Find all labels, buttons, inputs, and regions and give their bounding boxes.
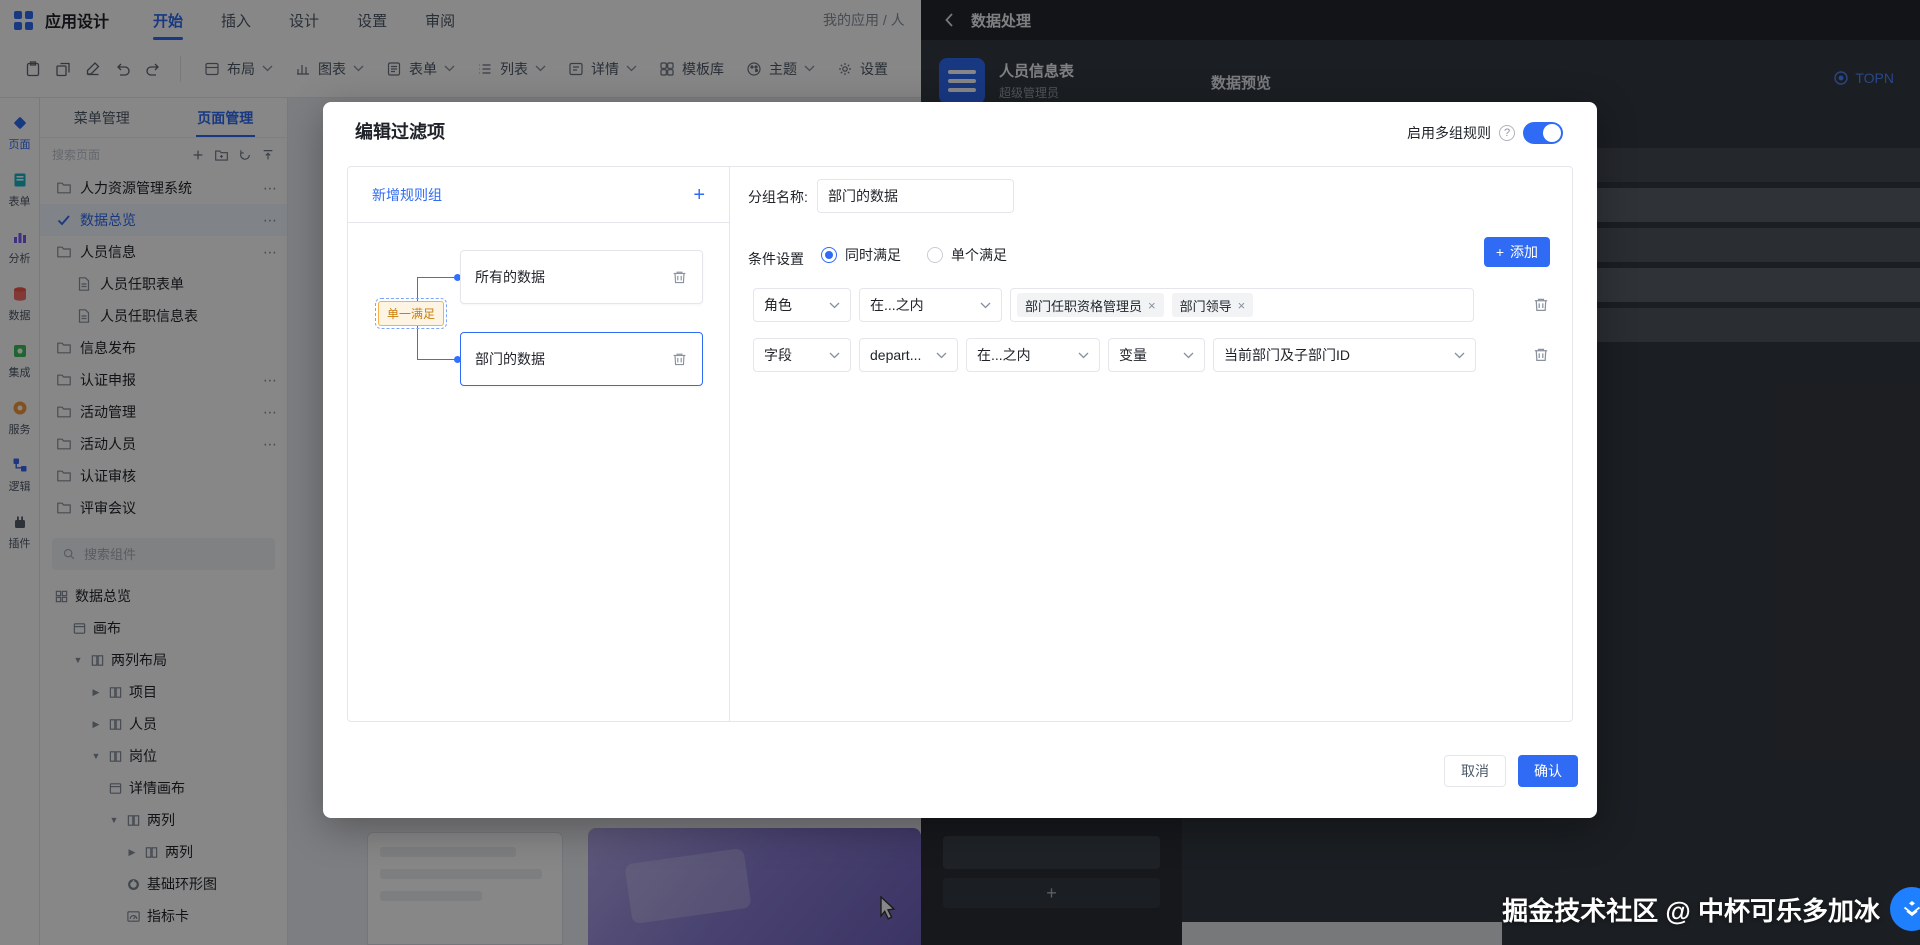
rule-node-label: 部门的数据 xyxy=(475,351,545,367)
delete-node-icon[interactable] xyxy=(671,351,688,368)
condition-row: 角色 在...之内 部门任职资格管理员 × 部门领导 × xyxy=(753,288,1550,322)
select-value: 在...之内 xyxy=(977,347,1031,363)
delete-condition-icon[interactable] xyxy=(1532,346,1550,364)
rule-node-label: 所有的数据 xyxy=(475,269,545,285)
select-value: depart... xyxy=(870,347,922,363)
remove-tag-icon[interactable]: × xyxy=(1238,298,1246,313)
help-icon[interactable]: ? xyxy=(1499,125,1515,141)
operator-select[interactable]: 在...之内 xyxy=(859,288,1002,322)
delete-node-icon[interactable] xyxy=(671,269,688,286)
add-rule-group-button[interactable]: 新增规则组 xyxy=(372,185,442,205)
rule-node-department-data[interactable]: 部门的数据 xyxy=(460,332,703,386)
rule-node-all-data[interactable]: 所有的数据 xyxy=(460,250,703,304)
operator-select[interactable]: 在...之内 xyxy=(966,338,1100,372)
condition-mode-radios: 同时满足 单个满足 xyxy=(821,245,1007,265)
chevron-down-icon xyxy=(1454,352,1465,358)
chevron-down-icon xyxy=(829,302,840,308)
tag-label: 部门领导 xyxy=(1179,298,1232,314)
chevron-down-icon xyxy=(829,352,840,358)
radio-dot xyxy=(821,247,837,263)
delete-condition-icon[interactable] xyxy=(1532,296,1550,314)
value-multiselect[interactable]: 部门任职资格管理员 × 部门领导 × xyxy=(1010,288,1474,322)
watermark: 掘金技术社区 @ 中杯可乐多加冰 xyxy=(1502,887,1920,931)
cancel-button[interactable]: 取消 xyxy=(1444,755,1506,787)
juejin-logo-icon xyxy=(1890,887,1920,931)
select-value: 在...之内 xyxy=(870,297,924,313)
remove-tag-icon[interactable]: × xyxy=(1148,298,1156,313)
select-value: 当前部门及子部门ID xyxy=(1224,347,1350,363)
dialog-title: 编辑过滤项 xyxy=(355,122,445,142)
edit-filter-dialog: 编辑过滤项 启用多组规则 ? 新增规则组 + 单一满足 所有的数据 部门的数据 … xyxy=(323,102,1597,818)
value-type-select[interactable]: 变量 xyxy=(1108,338,1205,372)
radio-label: 单个满足 xyxy=(951,247,1007,263)
add-condition-label: 添加 xyxy=(1510,244,1538,260)
group-name-input[interactable] xyxy=(817,179,1014,213)
dialog-body: 新增规则组 + 单一满足 所有的数据 部门的数据 分组名称: 部门的数据 条件设… xyxy=(347,166,1573,722)
value-tag: 部门任职资格管理员 × xyxy=(1017,293,1164,317)
condition-label: 条件设置 xyxy=(748,251,804,267)
watermark-text: 掘金技术社区 @ 中杯可乐多加冰 xyxy=(1502,895,1880,926)
chevron-down-icon xyxy=(1078,352,1089,358)
variable-select[interactable]: 当前部门及子部门ID xyxy=(1213,338,1476,372)
rule-group-header: 新增规则组 + xyxy=(348,167,729,223)
chevron-down-icon xyxy=(1183,352,1194,358)
confirm-button[interactable]: 确认 xyxy=(1518,755,1578,787)
field-type-select[interactable]: 角色 xyxy=(753,288,851,322)
select-value: 变量 xyxy=(1119,347,1147,363)
group-name-label: 分组名称: xyxy=(748,189,808,205)
screen: 应用设计 开始 插入 设计 设置 审阅 我的应用 / 人 布局 图表 表单 列表… xyxy=(0,0,1920,945)
multi-rule-label: 启用多组规则 xyxy=(1407,125,1491,141)
radio-match-all[interactable]: 同时满足 xyxy=(821,245,901,265)
match-mode-badge[interactable]: 单一满足 xyxy=(374,298,448,329)
chevron-down-icon xyxy=(936,352,947,358)
multi-rule-control: 启用多组规则 ? xyxy=(1407,122,1563,144)
plus-icon[interactable]: + xyxy=(693,185,705,205)
select-value: 字段 xyxy=(764,347,792,363)
field-select[interactable]: depart... xyxy=(859,338,958,372)
chevron-down-icon xyxy=(980,302,991,308)
rule-detail-panel: 分组名称: 条件设置 同时满足 单个满足 + 添加 xyxy=(730,167,1572,721)
dialog-footer: 取消 确认 xyxy=(1444,755,1578,787)
radio-match-any[interactable]: 单个满足 xyxy=(927,245,1007,265)
radio-dot xyxy=(927,247,943,263)
tag-label: 部门任职资格管理员 xyxy=(1025,298,1143,314)
value-tag: 部门领导 × xyxy=(1171,293,1254,317)
add-condition-button[interactable]: + 添加 xyxy=(1483,237,1550,267)
rule-group-panel: 新增规则组 + 单一满足 所有的数据 部门的数据 xyxy=(348,167,730,721)
radio-label: 同时满足 xyxy=(845,247,901,263)
plus-icon: + xyxy=(1495,244,1504,260)
select-value: 角色 xyxy=(764,297,792,313)
multi-rule-toggle[interactable] xyxy=(1523,122,1563,144)
field-type-select[interactable]: 字段 xyxy=(753,338,851,372)
condition-row: 字段 depart... 在...之内 变量 当前部门及子部门ID xyxy=(753,338,1550,372)
